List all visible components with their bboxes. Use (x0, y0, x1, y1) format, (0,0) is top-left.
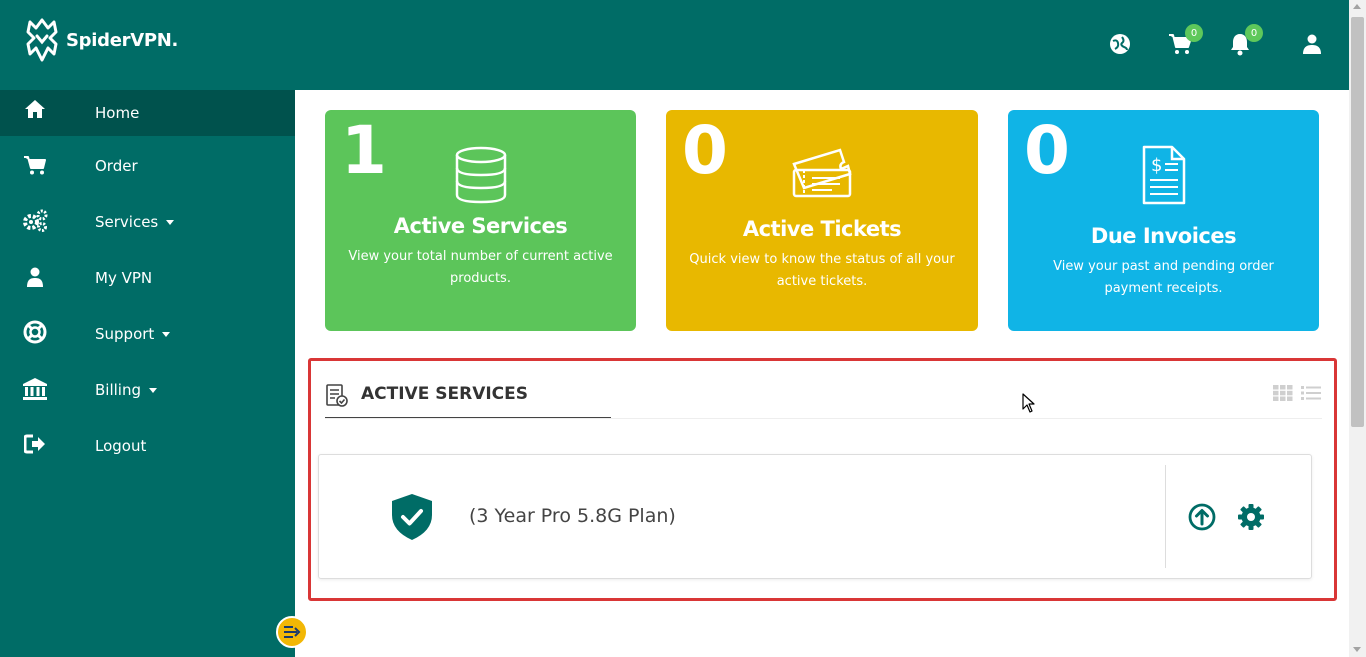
sidebar-item-label: Logout (95, 437, 147, 455)
bank-icon (22, 377, 48, 401)
panel-title: ACTIVE SERVICES (361, 384, 529, 404)
sidebar-item-home[interactable]: Home (0, 90, 295, 136)
title-underline (325, 417, 611, 418)
sidebar-item-label: Billing (95, 381, 157, 399)
active-tickets-count: 0 (682, 112, 728, 189)
sidebar-item-my-vpn[interactable]: My VPN (0, 255, 295, 301)
service-name: (3 Year Pro 5.8G Plan) (469, 505, 676, 527)
sidebar-collapse-button[interactable] (276, 616, 308, 648)
logout-icon (22, 432, 48, 456)
language-globe-icon[interactable] (1108, 32, 1132, 56)
cart-button[interactable]: 0 (1168, 24, 1203, 56)
user-icon (22, 265, 48, 289)
caret-down-icon (162, 332, 171, 337)
active-services-count: 1 (341, 112, 387, 189)
scroll-up-icon[interactable] (1353, 4, 1361, 9)
caret-down-icon (149, 388, 157, 393)
list-view-icon[interactable] (1301, 385, 1321, 401)
svg-text:$: $ (1151, 155, 1162, 176)
cart-count-badge: 0 (1185, 24, 1203, 42)
spider-logo-icon (26, 18, 58, 62)
upgrade-arrow-icon[interactable] (1188, 503, 1216, 531)
sidebar-item-label: Support (95, 325, 171, 343)
card-title: Due Invoices (1090, 224, 1237, 248)
grid-view-icon[interactable] (1273, 385, 1293, 401)
tickets-icon (792, 148, 852, 198)
scroll-down-icon[interactable] (1353, 647, 1361, 652)
sidebar-item-label: Services (95, 213, 175, 231)
database-icon (455, 146, 506, 204)
sidebar-item-billing[interactable]: Billing (0, 367, 295, 413)
shield-check-icon (392, 494, 432, 540)
card-description: Quick view to know the status of all you… (689, 252, 955, 289)
sidebar-item-logout[interactable]: Logout (0, 423, 295, 469)
support-label: Support (95, 325, 155, 343)
divider (325, 418, 1322, 419)
notification-count-badge: 0 (1245, 24, 1263, 42)
home-icon (22, 97, 48, 121)
lifebuoy-icon (22, 320, 48, 344)
due-invoices-card[interactable]: 0 $ Due Invoices View your past and pend… (1008, 110, 1319, 331)
card-description: View your past and pending order payment… (1053, 259, 1274, 296)
sidebar: Home Order Services My VPN Support Billi… (0, 90, 295, 657)
brand-name: SpiderVPN. (66, 29, 179, 51)
active-services-panel: ACTIVE SERVICES (3 Year Pro 5.8G Plan) (308, 358, 1337, 601)
user-icon (1303, 34, 1321, 54)
gear-icon[interactable] (1237, 503, 1265, 531)
sidebar-item-services[interactable]: Services (0, 199, 295, 245)
notifications-button[interactable]: 0 (1228, 24, 1263, 56)
collapse-arrow-icon (284, 626, 301, 638)
card-title: Active Tickets (742, 217, 902, 241)
invoice-icon: $ (1142, 145, 1185, 205)
cogs-icon (22, 209, 48, 233)
sidebar-item-label: Home (95, 104, 140, 122)
cart-icon (22, 153, 48, 177)
scrollbar-thumb[interactable] (1351, 17, 1364, 427)
sidebar-item-order[interactable]: Order (0, 143, 295, 189)
account-button[interactable] (1300, 32, 1324, 56)
card-title: Active Services (393, 214, 568, 238)
brand-logo[interactable]: SpiderVPN. (24, 18, 178, 62)
billing-label: Billing (95, 381, 141, 399)
divider (1165, 465, 1166, 568)
sidebar-item-support[interactable]: Support (0, 311, 295, 357)
services-label: Services (95, 213, 159, 231)
sidebar-item-label: Order (95, 157, 138, 175)
active-services-card[interactable]: 1 Active Services View your total number… (325, 110, 636, 331)
card-description: View your total number of current active… (348, 249, 613, 286)
clipboard-check-icon (326, 384, 348, 407)
active-tickets-card[interactable]: 0 Active Tickets Quick view to know the … (666, 110, 978, 331)
due-invoices-count: 0 (1024, 112, 1070, 189)
caret-down-icon (166, 220, 175, 225)
sidebar-item-label: My VPN (95, 269, 153, 287)
top-header: SpiderVPN. 0 0 (0, 0, 1349, 90)
service-row[interactable]: (3 Year Pro 5.8G Plan) (318, 454, 1312, 579)
mouse-cursor-icon (1022, 393, 1035, 413)
